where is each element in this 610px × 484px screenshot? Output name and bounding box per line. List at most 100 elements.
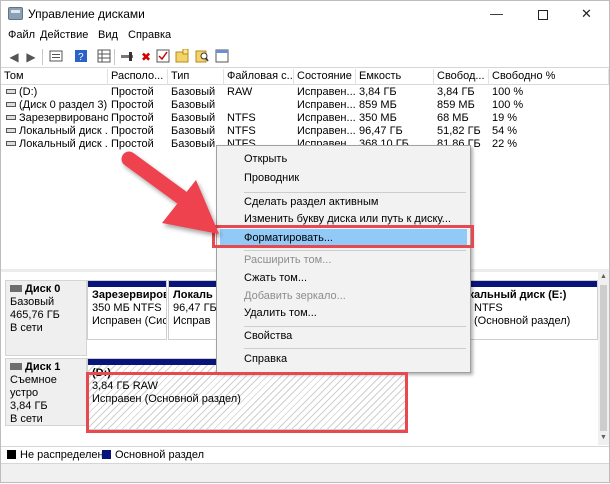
cell-filesystem: NTFS	[227, 112, 256, 124]
cell-volume-text: (D:)	[19, 86, 38, 98]
cell-free-percent: 22 %	[492, 138, 518, 150]
maximize-icon	[537, 9, 548, 20]
partition-local-c[interactable]: Локаль 96,47 ГБ Исправ	[168, 280, 218, 340]
new-folder-icon[interactable]	[174, 48, 190, 65]
scrollbar-thumb[interactable]	[600, 285, 607, 431]
column-header-capacity[interactable]: Емкость	[356, 69, 434, 85]
maximize-button[interactable]	[520, 1, 565, 27]
menu-item-delete-volume[interactable]: Удалить том...	[220, 304, 467, 323]
menu-view[interactable]: Вид	[98, 29, 118, 41]
menu-item-open[interactable]: Открыть	[220, 150, 467, 169]
cell-type: Базовый	[171, 99, 216, 111]
menu-item-extend-volume[interactable]: Расширить том...	[220, 251, 467, 270]
properties-icon[interactable]	[48, 49, 64, 65]
menu-item-help[interactable]: Справка	[220, 350, 467, 369]
column-header-volume[interactable]: Том	[1, 69, 108, 85]
legend-swatch-unallocated	[7, 450, 16, 459]
window-icon[interactable]	[214, 49, 230, 65]
cell-volume-text: Локальный диск ...	[19, 138, 108, 150]
cell-status: Исправен...	[297, 125, 356, 137]
cell-capacity: 859 МБ	[359, 99, 397, 111]
search-icon[interactable]	[194, 49, 210, 65]
partition-system-reserved[interactable]: Зарезервиров 350 МБ NTFS Исправен (Сис	[87, 280, 167, 340]
disk-1-label[interactable]: Диск 1 Съемное устро 3,84 ГБ В сети	[5, 358, 87, 426]
volume-icon	[6, 141, 16, 146]
menu-action[interactable]: Действие	[40, 29, 88, 41]
menu-separator	[244, 348, 466, 349]
cell-volume-text: Зарезервировано...	[19, 112, 108, 124]
cell-layout: Простой	[111, 112, 154, 124]
help-icon[interactable]: ?	[73, 49, 89, 65]
minimize-button[interactable]: —	[474, 1, 519, 27]
svg-text:?: ?	[78, 52, 84, 63]
forward-arrow-icon[interactable]: ▶	[23, 49, 39, 65]
column-header-filesystem[interactable]: Файловая с...	[224, 69, 294, 85]
cell-free-percent: 54 %	[492, 125, 518, 137]
table-row[interactable]: (Диск 0 раздел 3) Простой Базовый Исправ…	[1, 99, 609, 112]
cell-capacity: 350 МБ	[359, 112, 397, 124]
format-highlight-box	[212, 225, 474, 248]
cell-type: Базовый	[171, 86, 216, 98]
disk-0-label[interactable]: Диск 0 Базовый 465,76 ГБ В сети	[5, 280, 87, 356]
partition-status: (Основной раздел)	[474, 315, 571, 327]
cell-volume: Локальный диск ...	[6, 138, 108, 151]
cell-volume-text: (Диск 0 раздел 3)	[19, 99, 108, 111]
volume-icon	[6, 89, 16, 94]
close-button[interactable]: ✕	[564, 1, 609, 27]
menu-file[interactable]: Файл	[8, 29, 35, 41]
menu-item-properties[interactable]: Свойства	[220, 327, 467, 346]
disk-name: Диск 0	[25, 283, 61, 295]
drive-d-highlight-box	[86, 372, 408, 433]
column-header-type[interactable]: Тип	[168, 69, 224, 85]
cell-volume-text: Локальный диск ...	[19, 125, 108, 137]
disk-size: 465,76 ГБ	[10, 309, 60, 321]
toolbar: ◀ ▶ ? ✖	[1, 46, 609, 68]
partition-size: NTFS	[474, 302, 503, 314]
volume-icon	[6, 128, 16, 133]
grid-icon[interactable]	[96, 49, 112, 65]
table-row[interactable]: (D:) Простой Базовый RAW Исправен... 3,8…	[1, 86, 609, 99]
partition-size: 350 МБ NTFS	[92, 302, 162, 314]
cell-volume: Зарезервировано...	[6, 112, 108, 125]
column-header-free[interactable]: Свобод...	[434, 69, 489, 85]
cell-type: Базовый	[171, 112, 216, 124]
context-menu: Открыть Проводник Сделать раздел активны…	[216, 145, 471, 373]
partition-name: Зарезервиров	[92, 289, 167, 301]
scroll-down-icon[interactable]: ▼	[599, 434, 608, 441]
title-bar: Управление дисками — ✕	[1, 1, 609, 27]
cell-layout: Простой	[111, 125, 154, 137]
scroll-up-icon[interactable]: ▲	[599, 273, 608, 280]
disk-view-scrollbar[interactable]: ▲ ▼	[598, 272, 609, 445]
window-title: Управление дисками	[28, 7, 145, 21]
partition-local-e[interactable]: Локальный диск (E:) NTFS (Основной разде…	[470, 280, 598, 340]
back-arrow-icon[interactable]: ◀	[6, 49, 22, 65]
column-header-status[interactable]: Состояние	[294, 69, 356, 85]
disk-status: В сети	[10, 413, 43, 425]
cell-capacity: 96,47 ГБ	[359, 125, 403, 137]
cell-layout: Простой	[111, 138, 154, 150]
cell-volume: (D:)	[6, 86, 108, 99]
checkmark-icon[interactable]	[155, 49, 171, 65]
cell-type: Базовый	[171, 125, 216, 137]
toolbar-separator	[114, 49, 115, 65]
connect-icon[interactable]	[119, 49, 135, 65]
cell-free: 3,84 ГБ	[437, 86, 475, 98]
legend-label-unallocated: Не распределена	[20, 449, 110, 461]
cell-status: Исправен...	[297, 99, 356, 111]
column-header-layout[interactable]: Располо...	[108, 69, 168, 85]
menu-help[interactable]: Справка	[128, 29, 171, 41]
disk-name: Диск 1	[25, 361, 61, 373]
cell-layout: Простой	[111, 99, 154, 111]
menu-item-shrink-volume[interactable]: Сжать том...	[220, 269, 467, 288]
cell-status: Исправен...	[297, 86, 356, 98]
cell-volume: (Диск 0 раздел 3)	[6, 99, 108, 112]
table-row[interactable]: Зарезервировано... Простой Базовый NTFS …	[1, 112, 609, 125]
column-header-free-percent[interactable]: Свободно %	[489, 69, 609, 85]
partition-status: Исправен (Сис	[92, 315, 167, 327]
table-row[interactable]: Локальный диск ... Простой Базовый NTFS …	[1, 125, 609, 138]
cell-capacity: 3,84 ГБ	[359, 86, 397, 98]
delete-icon[interactable]: ✖	[138, 49, 154, 65]
removable-disk-icon	[10, 363, 22, 370]
cell-filesystem	[227, 99, 294, 112]
menu-item-explorer[interactable]: Проводник	[220, 169, 467, 188]
